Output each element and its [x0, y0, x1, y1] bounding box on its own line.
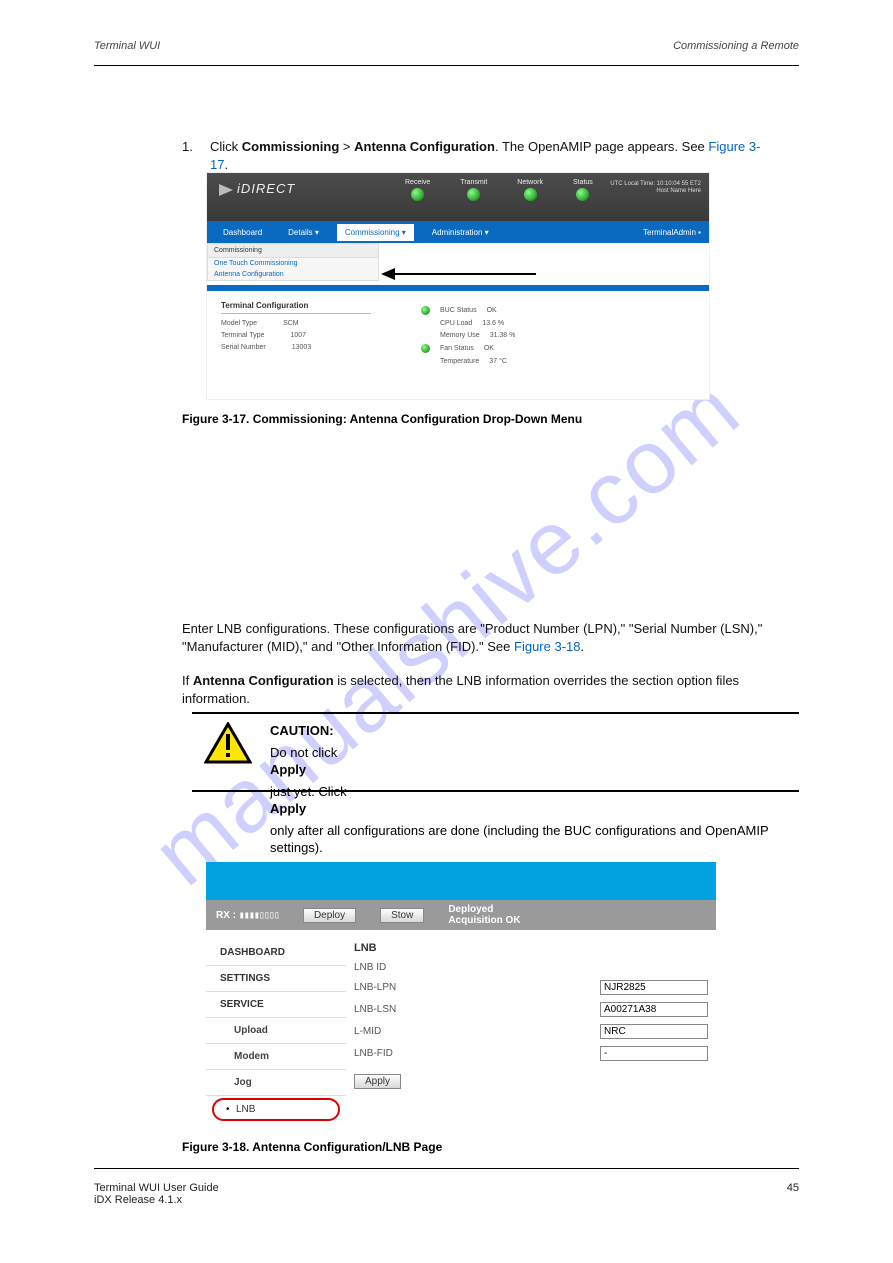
deploy-status: DeployedAcquisition OK: [448, 904, 520, 927]
menu-antenna-configuration[interactable]: Antenna Configuration: [208, 269, 378, 280]
header-rule: [94, 65, 799, 66]
l-mid-input[interactable]: [600, 1024, 708, 1039]
para-2: Enter LNB configurations. These configur…: [182, 620, 782, 655]
kv-terminal-type: Terminal Type1007: [221, 332, 371, 339]
figure-3-18-caption: Figure 3-18. Antenna Configuration/LNB P…: [182, 1140, 442, 1154]
kv-temperature: Temperature37 °C: [421, 358, 515, 365]
para-3: If Antenna Configuration is selected, th…: [182, 672, 782, 707]
led-receive: [411, 188, 424, 201]
status-leds: Receive Transmit Network Status: [405, 179, 593, 201]
nav-service[interactable]: SERVICE: [206, 992, 346, 1018]
kv-model-type: Model TypeSCM: [221, 320, 371, 327]
footer-rule: [94, 1168, 799, 1169]
dropdown-header: Commissioning: [208, 244, 378, 258]
lnb-lsn-input[interactable]: [600, 1002, 708, 1017]
lnb-lpn-label: LNB-LPN: [354, 982, 434, 993]
figure-3-17: iDIRECT Receive Transmit Network Status …: [206, 172, 710, 400]
commissioning-dropdown: Commissioning One Touch Commissioning An…: [207, 243, 379, 281]
clock-readout: UTC Local Time: 10:10:04 55 ET2Host Name…: [610, 181, 701, 195]
kv-fan-status: Fan StatusOK: [421, 344, 515, 353]
step-1-text: Click Commissioning > Antenna Configurat…: [210, 138, 770, 173]
tab-commissioning[interactable]: Commissioning ▾: [337, 224, 414, 241]
tab-administration[interactable]: Administration ▾: [424, 224, 497, 241]
caution-rule-bottom: [192, 790, 799, 792]
lnb-heading: LNB: [354, 942, 708, 954]
nav-settings[interactable]: SETTINGS: [206, 966, 346, 992]
side-nav: DASHBOARD SETTINGS SERVICE Upload Modem …: [206, 930, 346, 1133]
terminal-admin-link[interactable]: TerminalAdmin ▪: [643, 228, 701, 237]
footer-right: 45: [787, 1182, 799, 1194]
nav-jog[interactable]: Jog: [206, 1070, 346, 1096]
led-network: [524, 188, 537, 201]
idirect-logo: iDIRECT: [219, 181, 295, 196]
primary-nav: Dashboard Details ▾ Commissioning ▾ Admi…: [207, 221, 709, 243]
lnb-fid-input[interactable]: [600, 1046, 708, 1061]
kv-cpu-load: CPU Load13.6 %: [421, 320, 515, 327]
stow-button[interactable]: Stow: [380, 908, 424, 923]
figure-3-18: RX : ▮▮▮▮▯▯▯▯ Deploy Stow DeployedAcquis…: [206, 862, 716, 1128]
apply-button[interactable]: Apply: [354, 1074, 401, 1089]
running-header-right: Commissioning a Remote: [673, 40, 799, 52]
nav-lnb[interactable]: LNB: [212, 1098, 340, 1121]
lnb-lsn-label: LNB-LSN: [354, 1004, 434, 1015]
nav-dashboard[interactable]: DASHBOARD: [206, 940, 346, 966]
running-header-left: Terminal WUI: [94, 40, 160, 52]
callout-arrow: [381, 265, 541, 283]
lnb-id-label: LNB ID: [354, 962, 434, 973]
figure-link-2[interactable]: Figure 3-18: [514, 639, 580, 654]
kv-buc-status: BUC StatusOK: [421, 306, 515, 315]
footer-left: Terminal WUI User Guide iDX Release 4.1.…: [94, 1182, 219, 1206]
nav-modem[interactable]: Modem: [206, 1044, 346, 1070]
lnb-lpn-input[interactable]: [600, 980, 708, 995]
figure-3-17-caption: Figure 3-17. Commissioning: Antenna Conf…: [182, 412, 582, 426]
nav-upload[interactable]: Upload: [206, 1018, 346, 1044]
led-transmit: [467, 188, 480, 201]
deploy-button[interactable]: Deploy: [303, 908, 356, 923]
terminal-config-heading: Terminal Configuration: [221, 301, 371, 314]
rx-label: RX : ▮▮▮▮▯▯▯▯: [216, 910, 279, 921]
tab-details[interactable]: Details ▾: [280, 224, 327, 241]
kv-serial-number: Serial Number13003: [221, 344, 371, 351]
menu-one-touch[interactable]: One Touch Commissioning: [208, 258, 378, 269]
caution-rule-top: [192, 712, 799, 714]
l-mid-label: L-MID: [354, 1026, 434, 1037]
caution-icon: [204, 722, 252, 766]
kv-memory-use: Memory Use31.38 %: [421, 332, 515, 339]
step-number: 1.: [182, 138, 193, 156]
tab-dashboard[interactable]: Dashboard: [215, 224, 270, 241]
lnb-fid-label: LNB-FID: [354, 1048, 434, 1059]
led-status: [576, 188, 589, 201]
